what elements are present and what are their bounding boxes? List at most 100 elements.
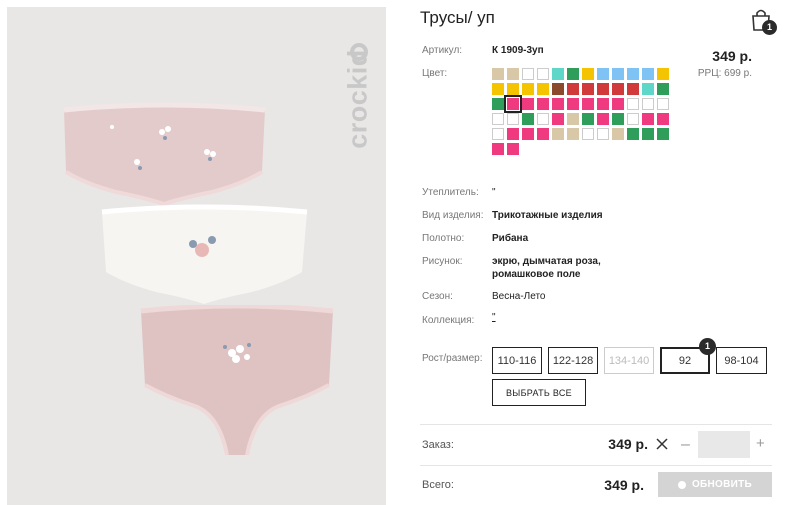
color-swatch[interactable] (582, 83, 594, 95)
color-swatch[interactable] (642, 68, 654, 80)
color-swatch[interactable] (627, 68, 639, 80)
color-swatch[interactable] (612, 113, 624, 125)
color-swatch[interactable] (627, 128, 639, 140)
color-swatch[interactable] (552, 113, 564, 125)
color-swatch[interactable] (567, 98, 579, 110)
panty-pink-bottom (140, 305, 334, 456)
total-price: 349 р. (604, 477, 644, 493)
color-swatches (492, 68, 672, 155)
size-count-badge: 1 (699, 338, 716, 355)
color-swatch[interactable] (612, 83, 624, 95)
color-swatch[interactable] (507, 128, 519, 140)
size-option-110-116[interactable]: 110-116 (492, 347, 542, 374)
color-swatch[interactable] (657, 98, 669, 110)
color-swatch[interactable] (597, 113, 609, 125)
insulation-value: " (492, 187, 496, 198)
remove-close-icon[interactable] (655, 437, 669, 451)
cart-badge: 1 (762, 20, 777, 35)
color-swatch[interactable] (597, 83, 609, 95)
color-swatch[interactable] (552, 98, 564, 110)
color-swatch[interactable] (507, 83, 519, 95)
season-value: Весна-Лето (492, 291, 546, 302)
collection-label: Коллекция: (422, 315, 475, 326)
divider (420, 424, 772, 425)
color-swatch[interactable] (627, 83, 639, 95)
color-swatch[interactable] (507, 113, 519, 125)
product-rrp: РРЦ: 699 р. (697, 68, 752, 79)
color-swatch[interactable] (642, 83, 654, 95)
divider (420, 465, 772, 466)
color-swatch[interactable] (552, 83, 564, 95)
size-option-122-128[interactable]: 122-128 (548, 347, 598, 374)
color-swatch[interactable] (657, 113, 669, 125)
size-option-98-104[interactable]: 98-104 (716, 347, 767, 374)
color-swatch[interactable] (492, 113, 504, 125)
color-swatch[interactable] (492, 143, 504, 155)
brand-logo-text: crockid (342, 49, 373, 149)
color-swatch[interactable] (597, 128, 609, 140)
size-options: 110-116 122-128 134-140 92 1 98-104 (492, 338, 767, 374)
color-swatch[interactable] (537, 68, 549, 80)
color-swatch[interactable] (567, 113, 579, 125)
qty-minus-button[interactable]: – (681, 436, 690, 454)
color-swatch[interactable] (492, 98, 504, 110)
color-swatch[interactable] (642, 113, 654, 125)
type-label: Вид изделия: (422, 210, 484, 221)
order-label: Заказ: (422, 439, 454, 451)
color-swatch[interactable] (642, 128, 654, 140)
color-swatch[interactable] (504, 95, 522, 113)
color-swatch[interactable] (657, 83, 669, 95)
color-swatch[interactable] (582, 128, 594, 140)
color-swatch[interactable] (582, 113, 594, 125)
size-label: Рост/размер: (422, 353, 483, 364)
color-swatch[interactable] (522, 128, 534, 140)
size-option-134-140[interactable]: 134-140 (604, 347, 654, 374)
qty-plus-button[interactable]: + (756, 435, 765, 452)
color-swatch[interactable] (552, 128, 564, 140)
color-swatch[interactable] (507, 143, 519, 155)
fabric-value: Рибана (492, 233, 529, 244)
color-swatch[interactable] (522, 113, 534, 125)
season-label: Сезон: (422, 291, 453, 302)
color-swatch[interactable] (492, 83, 504, 95)
color-swatch[interactable] (612, 68, 624, 80)
color-swatch[interactable] (627, 113, 639, 125)
color-swatch[interactable] (492, 128, 504, 140)
color-swatch[interactable] (522, 98, 534, 110)
color-swatch[interactable] (582, 68, 594, 80)
total-label: Всего: (422, 479, 454, 491)
cart-button[interactable]: 1 (750, 8, 777, 35)
color-swatch[interactable] (567, 128, 579, 140)
color-swatch[interactable] (492, 68, 504, 80)
color-swatch[interactable] (537, 113, 549, 125)
collection-link[interactable]: " (492, 312, 496, 323)
color-swatch[interactable] (642, 98, 654, 110)
color-swatch[interactable] (657, 68, 669, 80)
color-swatch[interactable] (612, 98, 624, 110)
brand-logo: crockid (341, 43, 375, 155)
color-swatch[interactable] (522, 68, 534, 80)
color-swatch[interactable] (537, 83, 549, 95)
color-swatch[interactable] (612, 128, 624, 140)
type-value: Трикотажные изделия (492, 210, 603, 221)
color-swatch[interactable] (597, 98, 609, 110)
product-photo: crockid (7, 7, 386, 505)
color-swatch[interactable] (582, 98, 594, 110)
color-swatch[interactable] (552, 68, 564, 80)
color-swatch[interactable] (597, 68, 609, 80)
color-swatch[interactable] (627, 98, 639, 110)
color-swatch[interactable] (537, 98, 549, 110)
qty-input[interactable] (698, 431, 750, 458)
panty-pink-top (63, 102, 266, 207)
color-swatch[interactable] (567, 68, 579, 80)
pattern-value-line1: экрю, дымчатая роза, (492, 256, 601, 267)
select-all-button[interactable]: ВЫБРАТЬ ВСЕ (492, 379, 586, 406)
color-swatch[interactable] (567, 83, 579, 95)
update-button[interactable]: ОБНОВИТЬ (658, 472, 772, 497)
article-value: К 1909-3уп (492, 45, 544, 56)
fabric-label: Полотно: (422, 233, 465, 244)
color-swatch[interactable] (657, 128, 669, 140)
color-swatch[interactable] (507, 68, 519, 80)
color-swatch[interactable] (537, 128, 549, 140)
color-swatch[interactable] (522, 83, 534, 95)
